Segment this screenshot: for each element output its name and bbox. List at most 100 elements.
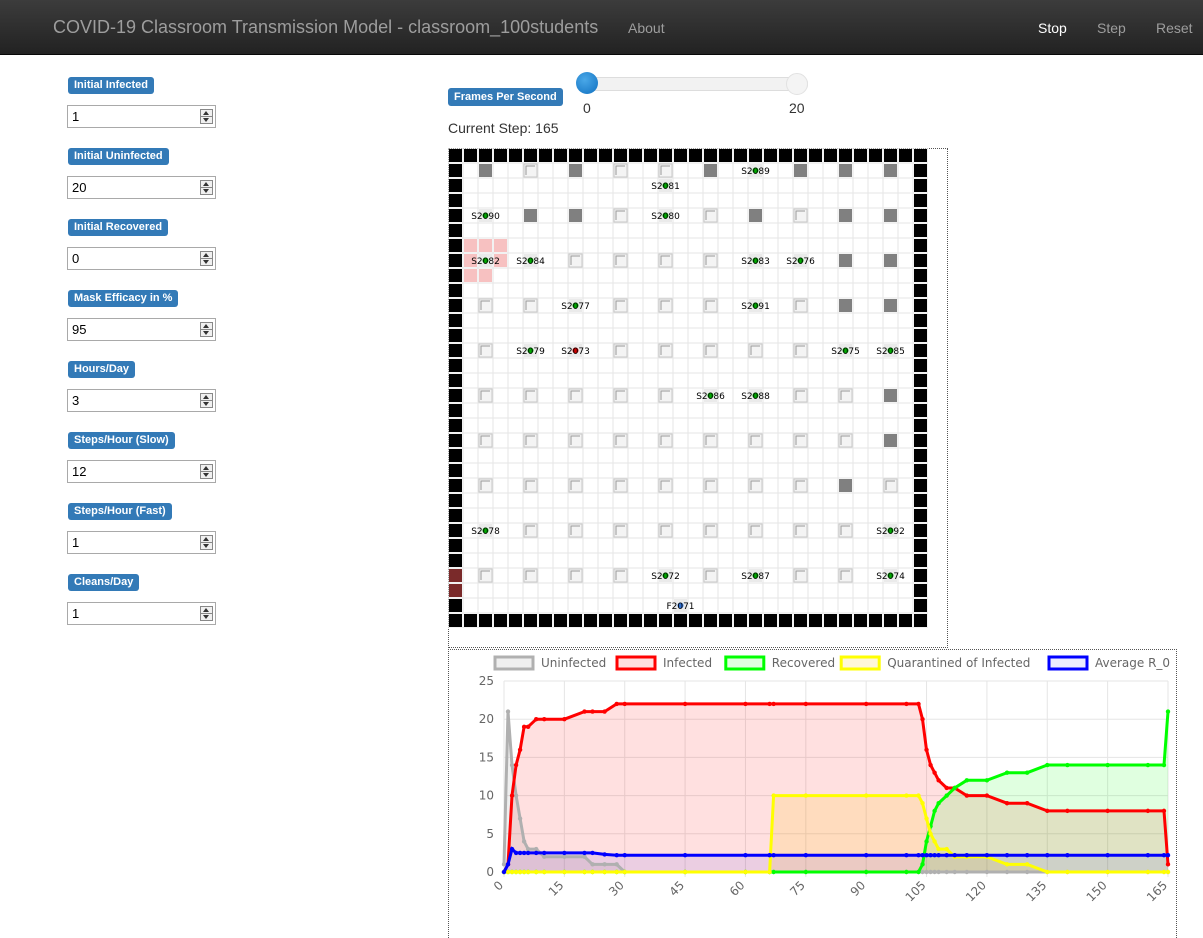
student-label: S2079: [516, 347, 545, 357]
series-point: [1105, 869, 1110, 875]
x-tick-label: 150: [1084, 878, 1110, 904]
series-point: [562, 854, 567, 859]
series-point: [944, 793, 949, 798]
wall-cell: [914, 584, 927, 597]
x-tick-label: 135: [1023, 878, 1049, 904]
series-point: [602, 709, 607, 714]
classroom-grid: S2081 S2089 S2090 S2080 S2082 S2084 S2083 S2076…: [448, 148, 928, 628]
x-tick-label: 15: [546, 878, 567, 899]
wall-cell: [914, 449, 927, 462]
wall-cell: [674, 149, 687, 162]
wall-cell: [749, 149, 762, 162]
cleans-day-input[interactable]: 1: [67, 602, 216, 625]
student-label: S2072: [651, 572, 680, 582]
spinner-icon[interactable]: [200, 180, 213, 195]
series-point: [1045, 869, 1050, 875]
wall-cell: [884, 614, 897, 627]
series-point: [525, 846, 531, 852]
wall-cell: [824, 614, 837, 627]
series-point: [1024, 862, 1030, 867]
initial-infected-value: 1: [72, 109, 80, 124]
initial-uninfected-input[interactable]: 20: [67, 176, 216, 199]
wall-cell: [449, 224, 462, 237]
series-point: [533, 846, 539, 852]
series-point: [932, 852, 937, 858]
fps-slider-handle[interactable]: [576, 72, 598, 94]
series-point: [1145, 869, 1151, 875]
series-point: [513, 793, 519, 798]
wall-cell: [914, 149, 927, 162]
desk-cell: [839, 209, 852, 222]
series-point: [767, 701, 772, 707]
student-label: S2089: [741, 167, 770, 177]
wall-cell: [704, 149, 717, 162]
series-point: [542, 869, 547, 875]
series-point: [936, 846, 941, 852]
series-point: [521, 724, 527, 730]
wall-cell: [914, 419, 927, 432]
spinner-icon[interactable]: [200, 535, 213, 550]
series-point: [904, 701, 909, 707]
wall-cell: [914, 299, 927, 312]
series-point: [743, 701, 748, 707]
wall-cell: [644, 614, 657, 627]
initial-infected-input[interactable]: 1: [67, 105, 216, 128]
steps-hour-fast-input[interactable]: 1: [67, 531, 216, 554]
fps-slider-track[interactable]: [580, 77, 808, 91]
series-point: [682, 701, 688, 707]
spinner-icon[interactable]: [200, 606, 213, 621]
series-point: [944, 869, 949, 875]
student-label: S2086: [696, 392, 725, 402]
student-label: S2076: [786, 257, 815, 267]
hours-day-input[interactable]: 3: [67, 389, 216, 412]
wall-cell: [914, 314, 927, 327]
wall-cell: [914, 164, 927, 177]
wall-cell: [899, 149, 912, 162]
stop-button[interactable]: Stop: [1038, 20, 1067, 36]
reset-button[interactable]: Reset: [1156, 20, 1193, 36]
steps-hour-slow-input[interactable]: 12: [67, 460, 216, 483]
spinner-icon[interactable]: [200, 109, 213, 124]
door-cell: [449, 584, 462, 597]
legend-swatch: [724, 655, 766, 671]
wall-cell: [914, 344, 927, 357]
wall-cell: [449, 599, 462, 612]
series-point: [622, 701, 627, 707]
wall-cell: [899, 614, 912, 627]
navbar-title[interactable]: COVID-19 Classroom Transmission Model - …: [53, 17, 598, 38]
step-button[interactable]: Step: [1097, 20, 1126, 36]
series-point: [920, 852, 925, 858]
series-point: [509, 762, 515, 768]
series-point: [944, 852, 949, 858]
series-point: [1024, 852, 1030, 858]
series-point: [767, 869, 772, 875]
param-label-mask-efficacy: Mask Efficacy in %: [68, 290, 179, 307]
wall-cell: [584, 149, 597, 162]
wall-cell: [449, 179, 462, 192]
initial-recovered-input[interactable]: 0: [67, 247, 216, 270]
mask-efficacy-input[interactable]: 95: [67, 318, 216, 341]
series-point: [1105, 762, 1110, 768]
spinner-icon[interactable]: [200, 464, 213, 479]
y-tick-label: 10: [479, 789, 494, 803]
wall-cell: [494, 614, 507, 627]
spinner-icon[interactable]: [200, 322, 213, 337]
series-point: [590, 869, 595, 875]
x-tick-label: 165: [1144, 878, 1170, 904]
series-point: [952, 785, 957, 791]
wall-cell: [704, 614, 717, 627]
spinner-icon[interactable]: [200, 393, 213, 408]
wall-cell: [779, 614, 792, 627]
nav-about-link[interactable]: About: [628, 20, 665, 36]
x-tick-label: 105: [903, 878, 929, 904]
spinner-icon[interactable]: [200, 251, 213, 266]
wall-cell: [914, 179, 927, 192]
series-point: [582, 869, 587, 875]
series-point: [1145, 852, 1151, 858]
fps-label: Frames Per Second: [448, 88, 563, 106]
series-point: [984, 793, 990, 798]
wall-cell: [449, 314, 462, 327]
series-point: [936, 778, 941, 783]
series-point: [542, 717, 547, 722]
series-point: [562, 850, 567, 856]
